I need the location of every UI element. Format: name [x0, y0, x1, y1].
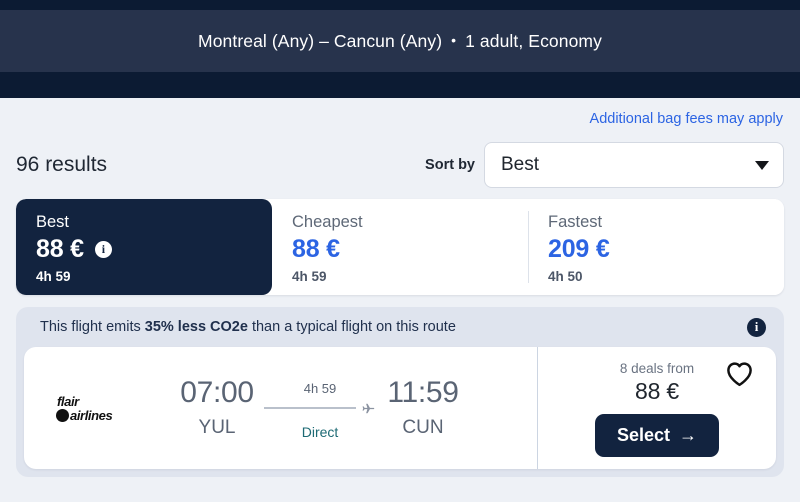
chevron-down-icon	[755, 160, 769, 170]
info-icon[interactable]: i	[94, 240, 112, 258]
search-summary-text: Montreal (Any) – Cancun (Any) • 1 adult, E…	[198, 31, 602, 52]
route-summary: Montreal (Any) – Cancun (Any)	[198, 30, 443, 51]
tab-best-label: Best	[36, 213, 70, 231]
tab-fastest-price: 209 €	[548, 234, 610, 263]
tab-fastest-duration: 4h 50	[548, 268, 583, 284]
deals-price: 88 €	[635, 378, 679, 404]
select-button[interactable]: Select →	[594, 414, 720, 457]
tab-best-duration: 4h 59	[36, 268, 71, 284]
arrival-airport-code: CUN	[402, 417, 444, 438]
sort-control: Sort by Best	[425, 142, 784, 188]
leg-line-row	[264, 400, 376, 417]
summary-separator: •	[451, 31, 457, 48]
leg-line	[264, 407, 356, 409]
bag-fees-link[interactable]: Additional bag fees may apply	[590, 111, 783, 127]
arrival: 11:59 CUN	[380, 375, 466, 440]
sort-select-value: Best	[501, 154, 540, 175]
tab-best-price-row: 88 € i	[36, 235, 272, 264]
deals-count-label: 8 deals from	[619, 361, 695, 376]
tab-cheapest-price-row: 88 €	[292, 235, 528, 264]
arrow-right-icon: →	[679, 425, 698, 445]
header-bottom-strip	[0, 72, 800, 98]
airplane-icon	[359, 400, 376, 417]
airline-logo-bottom-row: airlines	[56, 407, 130, 423]
departure: 07:00 YUL	[174, 375, 260, 440]
tab-best-price: 88 €	[36, 234, 84, 263]
flight-itinerary-panel: flair airlines 07:00 YUL 4h 59 Direct 11…	[24, 347, 538, 469]
results-content: Additional bag fees may apply 96 results…	[0, 98, 800, 477]
heart-icon[interactable]	[725, 361, 754, 387]
tab-fastest-price-row: 209 €	[548, 235, 784, 264]
sort-tabs: Best 88 € i 4h 59 Cheapest 88 € 4h 59 Fa…	[16, 199, 784, 295]
passenger-summary: 1 adult, Economy	[465, 30, 602, 51]
top-strip	[0, 0, 800, 10]
tab-fastest[interactable]: Fastest 209 € 4h 50	[528, 199, 784, 295]
flight-card[interactable]: flair airlines 07:00 YUL 4h 59 Direct 11…	[24, 347, 776, 469]
flight-leg: 4h 59 Direct	[264, 377, 376, 440]
co2-highlight: 35% less CO2e	[144, 319, 248, 335]
co2-text-after: than a typical flight on this route	[247, 319, 456, 335]
co2-banner-text: This flight emits 35% less CO2e than a t…	[40, 319, 456, 335]
tab-cheapest-price: 88 €	[292, 234, 340, 263]
tab-best[interactable]: Best 88 € i 4h 59	[16, 199, 272, 295]
sort-by-label: Sort by	[425, 157, 475, 173]
co2-banner: This flight emits 35% less CO2e than a t…	[16, 307, 784, 347]
departure-time: 07:00	[180, 375, 254, 409]
sort-select[interactable]: Best	[484, 142, 784, 188]
tab-cheapest-label: Cheapest	[292, 213, 363, 231]
airline-logo-bottom: airlines	[70, 407, 113, 423]
tab-fastest-label: Fastest	[548, 213, 603, 231]
results-toolbar: 96 results Sort by Best	[16, 142, 784, 188]
flight-result-group: This flight emits 35% less CO2e than a t…	[16, 307, 784, 477]
tab-cheapest[interactable]: Cheapest 88 € 4h 59	[272, 199, 528, 295]
bag-fees-row: Additional bag fees may apply	[16, 98, 784, 127]
results-count: 96 results	[16, 153, 108, 176]
co2-text-before: This flight emits	[40, 319, 145, 335]
leg-stops: Direct	[301, 423, 339, 440]
itinerary: 07:00 YUL 4h 59 Direct 11:59 CUN	[174, 375, 466, 440]
leg-duration: 4h 59	[303, 380, 337, 396]
search-summary-bar[interactable]: Montreal (Any) – Cancun (Any) • 1 adult, E…	[0, 10, 800, 72]
select-button-label: Select	[616, 425, 671, 445]
airline-logo-dot	[56, 408, 69, 422]
airline-logo-top: flair	[57, 393, 79, 409]
tab-cheapest-duration: 4h 59	[292, 268, 327, 284]
departure-airport-code: YUL	[198, 417, 236, 438]
flight-price-panel: 8 deals from 88 € Select →	[538, 347, 776, 469]
airline-logo: flair airlines	[56, 395, 130, 422]
info-icon[interactable]: i	[747, 317, 766, 337]
arrival-time: 11:59	[387, 375, 459, 409]
